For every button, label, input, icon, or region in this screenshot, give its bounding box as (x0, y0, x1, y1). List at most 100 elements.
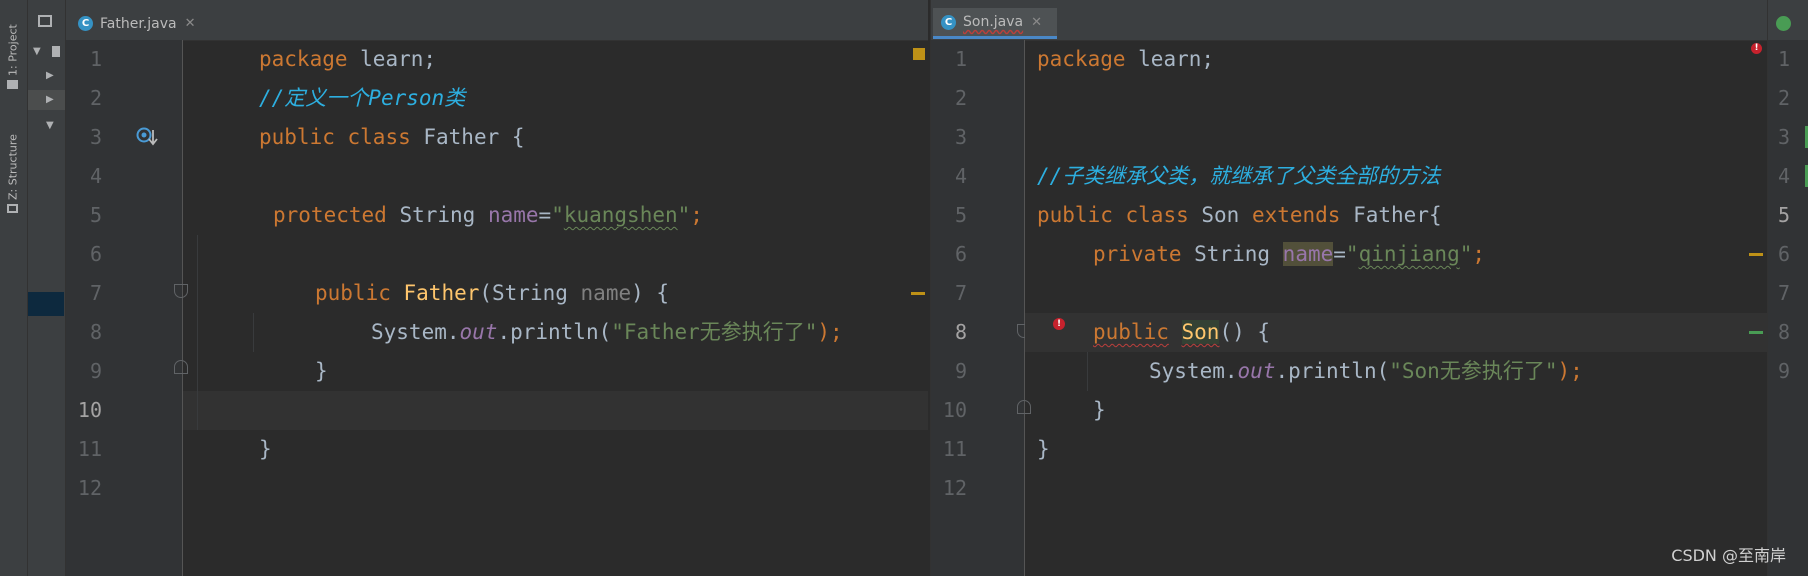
code-area[interactable]: package learn; //定义一个Person类 public clas… (183, 40, 928, 576)
code-line-9: System.out.println("Son无参执行了"); (1149, 359, 1583, 383)
error-bulb-icon[interactable]: ! (1053, 318, 1065, 330)
structure-tool-tab[interactable]: Z: Structure (2, 118, 24, 218)
code-line-3: public class Father { (259, 125, 525, 149)
tab-label: Father.java (100, 15, 177, 32)
editor-tab-bar: C Son.java ✕ (931, 0, 1767, 41)
line-number: 7 (954, 281, 967, 305)
line-number: 3 (1777, 125, 1790, 149)
code-line-10: } (1093, 398, 1106, 422)
java-class-icon: C (941, 14, 956, 30)
line-number: 12 (77, 476, 102, 500)
line-number-current: 8 (954, 320, 967, 344)
editor-pane-father: C Father.java ✕ 1 2 3 4 5 6 7 8 9 10 11 … (66, 0, 928, 576)
code-line-8: public Son() { (1093, 320, 1271, 344)
editor-pane-third: 1 2 3 4 5 6 7 8 9 (1767, 0, 1808, 576)
line-number: 9 (1777, 359, 1790, 383)
warning-marker[interactable] (1749, 253, 1763, 256)
line-number: 4 (89, 164, 102, 188)
code-line-1: package learn; (259, 47, 437, 71)
structure-tool-label: Z: Structure (6, 134, 20, 200)
error-stripe-icon[interactable]: ! (1751, 43, 1762, 54)
code-line-4: //子类继承父类，就继承了父类全部的方法 (1037, 164, 1441, 188)
line-number: 6 (89, 242, 102, 266)
line-number: 1 (954, 47, 967, 71)
code-line-6: private String name="qinjiang"; (1093, 242, 1486, 266)
tool-window-bar: 1: Project Z: Structure (0, 0, 28, 576)
code-line-2: //定义一个Person类 (259, 86, 466, 110)
editor-pane-son: C Son.java ✕ 1 2 3 4 5 6 7 8 9 10 11 12 … (930, 0, 1767, 576)
code-editor[interactable]: 1 2 3 4 5 6 7 8 9 10 11 12 package learn… (66, 40, 928, 576)
code-line-5: protected String name="kuangshen"; (273, 203, 703, 227)
indent-guide (197, 235, 198, 430)
chevron-down-icon[interactable]: ▼ (46, 120, 54, 131)
line-number: 1 (1777, 47, 1790, 71)
tree-node-selected[interactable] (28, 292, 64, 316)
line-number: 8 (1777, 320, 1790, 344)
override-icon[interactable] (136, 126, 158, 148)
indent-guide (253, 313, 254, 352)
project-header[interactable] (28, 12, 65, 32)
tree-node[interactable]: ▶ (28, 90, 65, 110)
line-number: 4 (954, 164, 967, 188)
gutter: 1 2 3 4 5 6 7 8 9 10 11 12 (931, 40, 1031, 576)
code-editor[interactable]: 1 2 3 4 5 6 7 8 9 (1768, 40, 1808, 576)
java-class-icon: C (78, 16, 93, 31)
tab-label: Son.java (963, 14, 1024, 30)
java-class-icon (1776, 16, 1791, 31)
tab-father-java[interactable]: C Father.java ✕ (70, 8, 210, 39)
chevron-right-icon[interactable]: ▶ (46, 70, 54, 81)
code-line-7: public Father(String name) { (315, 281, 670, 305)
project-view-icon[interactable] (38, 15, 52, 27)
watermark: CSDN @至南岸 (1671, 546, 1786, 565)
line-number: 10 (942, 398, 967, 422)
structure-icon (7, 204, 19, 213)
gutter: 1 2 3 4 5 6 7 8 9 (1768, 40, 1808, 576)
line-number: 5 (954, 203, 967, 227)
code-line-1: package learn; (1037, 47, 1215, 71)
tree-node[interactable]: ▼ (28, 116, 65, 136)
gutter: 1 2 3 4 5 6 7 8 9 10 11 12 (66, 40, 188, 576)
project-tree: ▼ ▶ ▶ ▼ (28, 0, 66, 576)
tab-partial[interactable] (1768, 8, 1808, 39)
code-line-11: } (1037, 437, 1050, 461)
project-tool-tab[interactable]: 1: Project (2, 14, 24, 94)
line-number: 5 (89, 203, 102, 227)
file-node-icon (52, 46, 60, 57)
line-number: 4 (1777, 164, 1790, 188)
line-number: 11 (77, 437, 102, 461)
editor-tab-bar: C Father.java ✕ (66, 0, 928, 41)
warning-stripe-icon[interactable] (913, 48, 925, 60)
code-area[interactable]: ! package learn; //子类继承父类，就继承了父类全部的方法 pu… (1025, 40, 1767, 576)
line-number: 2 (89, 86, 102, 110)
line-number: 3 (89, 125, 102, 149)
line-number: 9 (954, 359, 967, 383)
code-line-11: } (259, 437, 272, 461)
tab-son-java[interactable]: C Son.java ✕ (933, 8, 1057, 39)
editor-tab-bar (1768, 0, 1808, 41)
folder-icon (7, 80, 19, 89)
line-number: 3 (954, 125, 967, 149)
line-number: 6 (954, 242, 967, 266)
line-number: 2 (954, 86, 967, 110)
tree-node[interactable]: ▼ (28, 42, 65, 62)
code-line-9: } (315, 359, 328, 383)
line-number: 8 (89, 320, 102, 344)
line-number: 11 (942, 437, 967, 461)
line-number: 6 (1777, 242, 1790, 266)
line-number-current: 5 (1777, 203, 1790, 227)
chevron-right-icon[interactable]: ▶ (46, 94, 54, 105)
change-marker[interactable] (1749, 331, 1763, 334)
line-number: 2 (1777, 86, 1790, 110)
current-line-highlight (183, 391, 928, 430)
line-number-current: 10 (77, 398, 102, 422)
warning-marker[interactable] (911, 292, 925, 295)
close-icon[interactable]: ✕ (185, 16, 196, 31)
chevron-down-icon[interactable]: ▼ (33, 46, 41, 57)
code-line-8: System.out.println("Father无参执行了"); (371, 320, 843, 344)
project-tool-label: 1: Project (6, 24, 20, 76)
code-editor[interactable]: 1 2 3 4 5 6 7 8 9 10 11 12 ! package lea… (931, 40, 1767, 576)
line-number: 9 (89, 359, 102, 383)
tree-node[interactable]: ▶ (28, 66, 65, 86)
close-icon[interactable]: ✕ (1031, 15, 1042, 30)
line-number: 7 (89, 281, 102, 305)
